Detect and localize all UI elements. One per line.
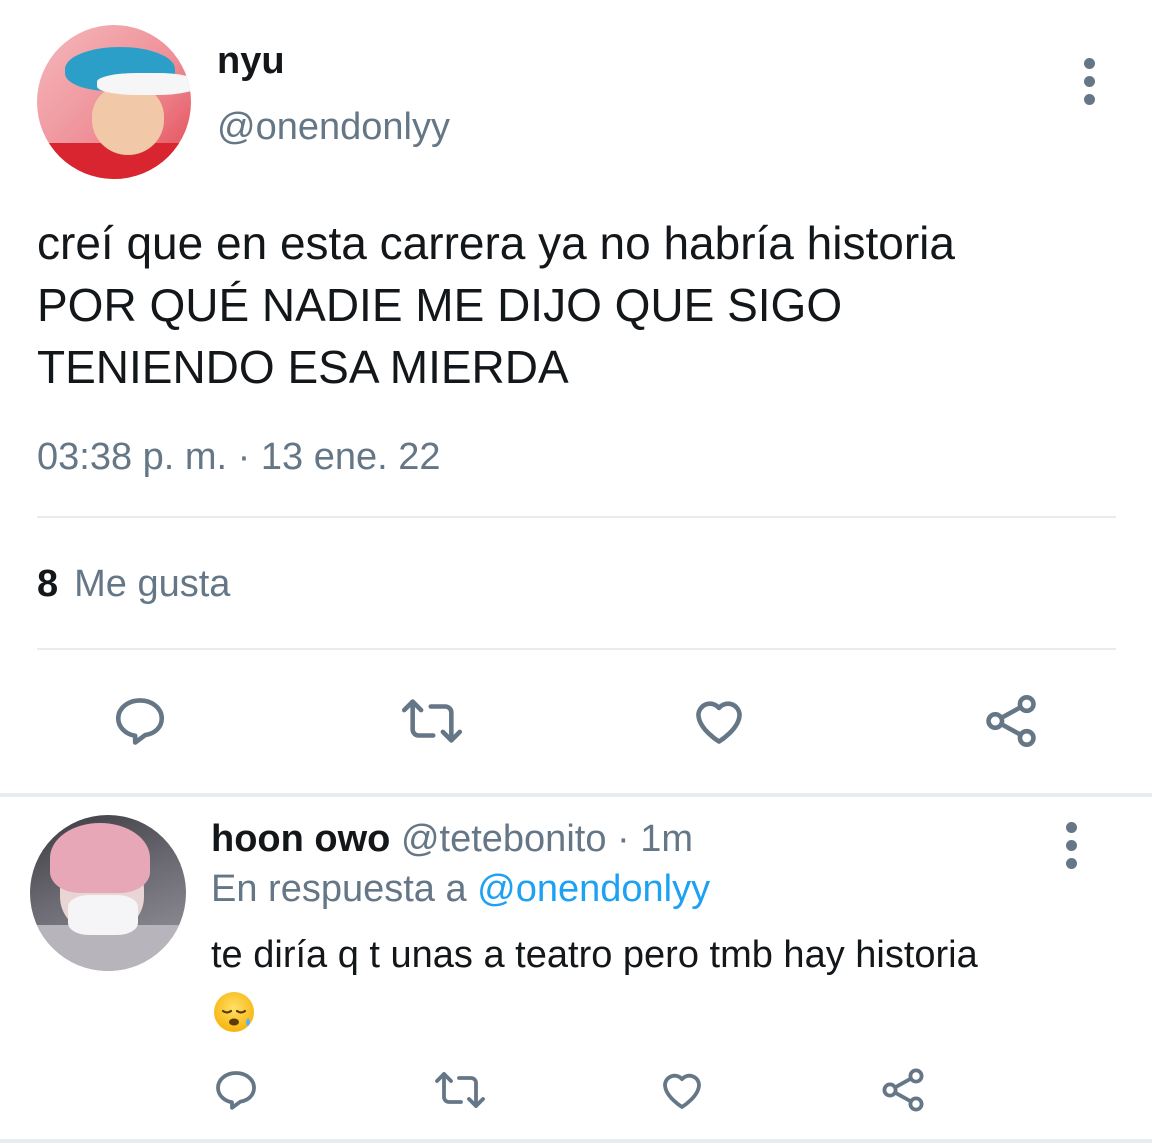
comment-icon[interactable] <box>212 1066 260 1114</box>
reply-author-avatar[interactable] <box>30 815 186 971</box>
tweet-text: creí que en esta carrera ya no habría hi… <box>37 212 1127 398</box>
comment-icon[interactable] <box>111 692 169 750</box>
retweet-icon[interactable] <box>400 692 464 750</box>
tweet-text-line: creí que en esta carrera ya no habría hi… <box>37 217 955 269</box>
thread-separator <box>0 793 1152 797</box>
likes-stat[interactable]: 8 Me gusta <box>37 563 230 606</box>
reply-author-name[interactable]: hoon owo <box>211 818 390 860</box>
author-handle[interactable]: @onendonlyy <box>217 106 450 149</box>
share-icon[interactable] <box>879 1066 927 1114</box>
tweet-timestamp[interactable]: 03:38 p. m. · 13 ene. 22 <box>37 436 441 479</box>
sad-sweat-face-emoji <box>212 990 256 1034</box>
more-vertical-icon[interactable] <box>1064 822 1078 876</box>
reply-time: · 1m <box>606 818 694 860</box>
replying-to-label: En respuesta a <box>211 868 478 910</box>
tweet-text-line: POR QUÉ NADIE ME DIJO QUE SIGO <box>37 279 843 331</box>
tweet-text-line: TENIENDO ESA MIERDA <box>37 341 569 393</box>
share-icon[interactable] <box>982 692 1040 750</box>
likes-count: 8 <box>37 563 59 605</box>
divider <box>0 1139 1152 1143</box>
more-vertical-icon[interactable] <box>1082 58 1096 112</box>
reply-text: te diría q t unas a teatro pero tmb hay … <box>211 934 978 976</box>
author-name[interactable]: nyu <box>217 40 285 83</box>
reply-header: hoon owo @tetebonito · 1m <box>211 818 693 861</box>
heart-icon[interactable] <box>689 692 749 750</box>
replying-to: En respuesta a @onendonlyy <box>211 868 710 911</box>
replying-to-mention[interactable]: @onendonlyy <box>477 868 710 910</box>
likes-label: Me gusta <box>74 563 231 605</box>
retweet-icon[interactable] <box>433 1066 487 1114</box>
author-avatar[interactable] <box>37 25 191 179</box>
divider <box>37 516 1116 518</box>
reply-author-handle[interactable]: @tetebonito <box>401 818 607 860</box>
heart-icon[interactable] <box>657 1066 707 1114</box>
divider <box>37 648 1116 650</box>
